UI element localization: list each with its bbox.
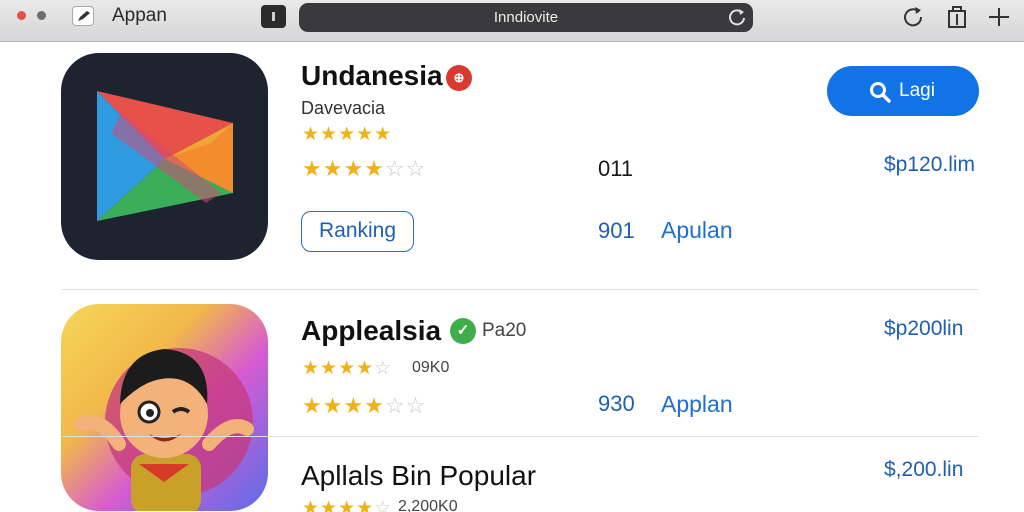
stop-icon xyxy=(272,12,275,21)
star-rating: ★★★★☆☆ xyxy=(302,156,426,182)
get-button[interactable]: Lagi xyxy=(827,66,979,116)
app-icon xyxy=(72,6,94,26)
star-icon: ★★★★★ xyxy=(302,124,393,145)
trash-icon[interactable] xyxy=(946,5,968,29)
app-price: $p200lin xyxy=(884,317,964,340)
close-window-button[interactable] xyxy=(17,11,26,20)
app-link[interactable]: Apulan xyxy=(661,217,733,244)
app-title[interactable]: Undanesia xyxy=(301,60,443,92)
get-button-label: Lagi xyxy=(899,80,935,101)
app-developer: Davevacia xyxy=(301,98,386,118)
verified-check-icon: ✓ xyxy=(450,318,476,344)
ratings-count: 09K0 xyxy=(412,359,450,376)
star-empty-icon: ☆☆ xyxy=(384,393,427,418)
plus-icon[interactable] xyxy=(988,7,1010,27)
app-tag: Pa20 xyxy=(482,320,527,341)
window-title: Appan xyxy=(112,5,167,26)
ratings-count: 2,200K0 xyxy=(398,498,458,512)
app-icon-applealsia[interactable] xyxy=(61,304,268,511)
review-count: 930 xyxy=(598,391,635,416)
star-empty-icon: ☆☆ xyxy=(384,156,427,181)
app-icon-undanesia[interactable] xyxy=(61,53,268,260)
ranking-button[interactable]: Ranking xyxy=(301,211,414,252)
star-icon: ★★★★ xyxy=(302,393,385,418)
star-rating: ★★★★☆ xyxy=(302,497,392,512)
star-rating: ★★★★☆☆ xyxy=(302,393,426,419)
minimize-window-button[interactable] xyxy=(37,11,46,20)
browser-toolbar: Appan Inndiovite xyxy=(0,0,1024,42)
star-rating: ★★★★★ xyxy=(302,123,392,146)
star-icon: ★★★★ xyxy=(302,498,375,512)
star-icon: ★★★★ xyxy=(302,156,385,181)
search-icon xyxy=(870,82,891,103)
address-bar[interactable]: Inndiovite xyxy=(299,3,753,32)
star-empty-icon: ☆ xyxy=(374,498,393,512)
star-empty-icon: ☆ xyxy=(374,358,393,379)
app-link[interactable]: Applan xyxy=(661,391,733,418)
play-logo-icon xyxy=(97,91,233,221)
rating-count: 011 xyxy=(598,156,634,181)
reload-icon[interactable] xyxy=(727,7,747,27)
app-title[interactable]: Apllals Bin Popular xyxy=(301,460,536,492)
review-count: 901 xyxy=(598,218,635,243)
app-price: $p120.lim xyxy=(884,153,976,176)
divider xyxy=(62,289,978,290)
reload-icon[interactable] xyxy=(902,5,924,27)
star-icon: ★★★★ xyxy=(302,358,375,379)
stop-button[interactable] xyxy=(261,5,286,28)
address-text: Inndiovite xyxy=(493,9,559,26)
app-title[interactable]: Applealsia xyxy=(301,315,441,347)
badge-icon: ⊕ xyxy=(446,65,472,91)
star-rating: ★★★★☆ xyxy=(302,357,392,380)
pencil-icon xyxy=(78,11,90,21)
cartoon-character-icon xyxy=(74,348,254,511)
divider xyxy=(62,436,978,437)
app-price: $,200.lin xyxy=(884,458,964,481)
